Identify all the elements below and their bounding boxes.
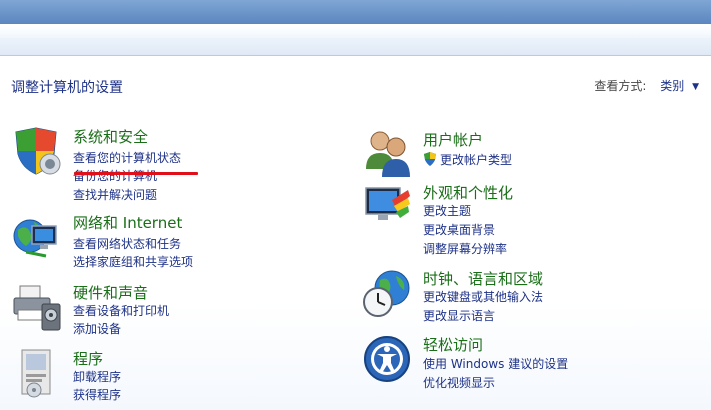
link-recommended-settings[interactable]: 使用 Windows 建议的设置 <box>423 355 568 372</box>
chevron-down-icon[interactable]: ▼ <box>692 82 699 92</box>
link-troubleshoot[interactable]: 查找并解决问题 <box>73 186 157 203</box>
category-title-network-internet[interactable]: 网络和 Internet <box>73 212 182 233</box>
category-title-programs[interactable]: 程序 <box>73 348 103 369</box>
accessibility-icon[interactable] <box>362 334 412 384</box>
link-view-computer-status[interactable]: 查看您的计算机状态 <box>73 149 181 166</box>
uac-shield-icon <box>424 152 436 166</box>
link-view-network-status[interactable]: 查看网络状态和任务 <box>73 235 181 252</box>
link-change-account-type[interactable]: 更改帐户类型 <box>423 151 512 168</box>
link-backup-computer[interactable]: 备份您的计算机 <box>73 167 157 184</box>
page-title: 调整计算机的设置 <box>11 80 123 96</box>
category-title-ease-of-access[interactable]: 轻松访问 <box>423 334 483 355</box>
link-screen-resolution[interactable]: 调整屏幕分辨率 <box>423 240 507 257</box>
control-panel-content: 调整计算机的设置 查看方式: 类别 ▼ <box>0 56 711 410</box>
shield-icon[interactable] <box>12 126 62 176</box>
category-title-appearance[interactable]: 外观和个性化 <box>423 182 513 203</box>
link-add-device[interactable]: 添加设备 <box>73 320 121 337</box>
category-title-clock-language-region[interactable]: 时钟、语言和区域 <box>423 268 543 289</box>
category-title-system-security[interactable]: 系统和安全 <box>73 126 148 147</box>
link-change-theme[interactable]: 更改主题 <box>423 202 471 219</box>
link-change-display-language[interactable]: 更改显示语言 <box>423 307 495 324</box>
link-change-keyboard-input[interactable]: 更改键盘或其他输入法 <box>423 288 543 305</box>
toolbar-gloss <box>0 24 711 38</box>
window-title-bar <box>0 0 711 24</box>
network-globe-icon[interactable] <box>12 212 62 262</box>
link-uninstall-program[interactable]: 卸载程序 <box>73 368 121 385</box>
program-box-icon[interactable] <box>12 348 62 398</box>
category-title-user-accounts[interactable]: 用户帐户 <box>423 129 483 150</box>
toolbar <box>0 24 711 56</box>
link-get-programs[interactable]: 获得程序 <box>73 386 121 403</box>
view-by-dropdown[interactable]: 类别 <box>660 79 684 93</box>
users-icon[interactable] <box>362 129 412 179</box>
link-homegroup-sharing[interactable]: 选择家庭组和共享选项 <box>73 253 193 270</box>
link-optimize-video-display[interactable]: 优化视频显示 <box>423 374 495 391</box>
display-paint-icon[interactable] <box>362 182 412 232</box>
category-title-hardware-sound[interactable]: 硬件和声音 <box>73 282 148 303</box>
link-devices-printers[interactable]: 查看设备和打印机 <box>73 302 169 319</box>
highlight-underline <box>74 172 198 175</box>
clock-globe-icon[interactable] <box>362 268 412 318</box>
link-change-desktop-background[interactable]: 更改桌面背景 <box>423 221 495 238</box>
view-by-label: 查看方式: <box>594 79 647 93</box>
view-by: 查看方式: 类别 ▼ <box>594 77 699 94</box>
link-change-account-type-label: 更改帐户类型 <box>440 153 513 167</box>
printer-icon[interactable] <box>12 282 62 332</box>
